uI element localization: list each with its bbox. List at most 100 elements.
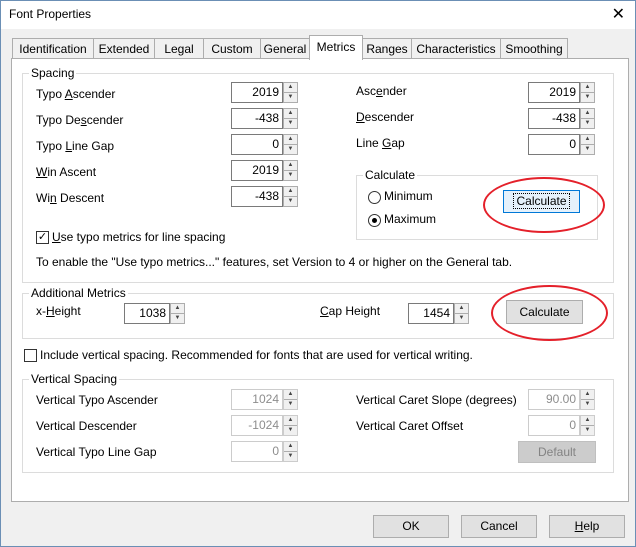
typo-descender-label: Typo Descender: [36, 113, 124, 127]
typo-descender-arrows[interactable]: ▲ ▼: [283, 108, 298, 129]
spin-up-icon[interactable]: ▲: [284, 109, 297, 119]
annotation-oval: [483, 177, 605, 233]
vertical-descender-field: -1024: [231, 415, 283, 436]
help-button[interactable]: Help: [549, 515, 625, 538]
descender-arrows[interactable]: ▲ ▼: [580, 108, 595, 129]
spin-up-icon[interactable]: ▲: [284, 161, 297, 171]
annotation-oval: [491, 285, 608, 341]
tab-general[interactable]: General: [260, 38, 310, 59]
ascender-arrows[interactable]: ▲ ▼: [580, 82, 595, 103]
cap-height-arrows[interactable]: ▲ ▼: [454, 303, 469, 324]
win-descent-label: Win Descent: [36, 191, 105, 205]
cancel-button[interactable]: Cancel: [461, 515, 537, 538]
win-ascent-label: Win Ascent: [36, 165, 97, 179]
ok-button[interactable]: OK: [373, 515, 449, 538]
spin-down-icon[interactable]: ▼: [581, 119, 594, 128]
typo-descender-field[interactable]: -438: [231, 108, 283, 129]
x-height-label: x-Height: [36, 304, 81, 318]
cap-height-field[interactable]: 1454: [408, 303, 454, 324]
tab-identification[interactable]: Identification: [12, 38, 94, 59]
vertical-spacing-legend: Vertical Spacing: [29, 372, 120, 386]
spacing-legend: Spacing: [29, 66, 77, 80]
spin-up-icon[interactable]: ▲: [455, 304, 468, 314]
spin-down-icon[interactable]: ▼: [284, 197, 297, 206]
descender-field[interactable]: -438: [528, 108, 580, 129]
tab-legal[interactable]: Legal: [154, 38, 204, 59]
win-ascent-arrows[interactable]: ▲ ▼: [283, 160, 298, 181]
vertical-caret-offset-label: Vertical Caret Offset: [356, 419, 464, 433]
spin-down-icon[interactable]: ▼: [284, 171, 297, 180]
maximum-radio[interactable]: [368, 214, 381, 227]
line-gap-arrows[interactable]: ▲ ▼: [580, 134, 595, 155]
metrics-panel: Spacing Typo Ascender 2019 ▲ ▼ Typo Desce…: [11, 58, 629, 502]
vertical-typo-line-gap-label: Vertical Typo Line Gap: [36, 445, 157, 459]
spin-down-icon[interactable]: ▼: [284, 145, 297, 154]
vertical-caret-slope-field: 90.00: [528, 389, 580, 410]
vertical-caret-offset-field: 0: [528, 415, 580, 436]
win-descent-arrows[interactable]: ▲ ▼: [283, 186, 298, 207]
vertical-descender-label: Vertical Descender: [36, 419, 137, 433]
spin-up-icon: ▲: [284, 416, 297, 426]
use-typo-metrics-checkbox[interactable]: ✓: [36, 231, 49, 244]
typo-ascender-arrows[interactable]: ▲ ▼: [283, 82, 298, 103]
minimum-radio[interactable]: [368, 191, 381, 204]
spin-down-icon: ▼: [584, 401, 591, 407]
tab-characteristics[interactable]: Characteristics: [411, 38, 501, 59]
additional-metrics-legend: Additional Metrics: [29, 286, 128, 300]
spin-down-icon[interactable]: ▼: [581, 145, 594, 154]
spin-up-icon[interactable]: ▲: [284, 135, 297, 145]
vertical-typo-ascender-label: Vertical Typo Ascender: [36, 393, 158, 407]
typo-line-gap-field[interactable]: 0: [231, 134, 283, 155]
cap-height-label: Cap Height: [320, 304, 381, 318]
close-icon[interactable]: ✕: [612, 4, 625, 24]
vertical-typo-line-gap-field: 0: [231, 441, 283, 462]
typo-line-gap-label: Typo Line Gap: [36, 139, 115, 153]
spin-down-icon[interactable]: ▼: [581, 93, 594, 102]
spin-down-icon[interactable]: ▼: [455, 314, 468, 323]
spin-down-icon[interactable]: ▼: [284, 93, 297, 102]
spin-up-icon[interactable]: ▲: [581, 83, 594, 93]
include-vertical-checkbox[interactable]: [24, 349, 37, 362]
line-gap-field[interactable]: 0: [528, 134, 580, 155]
spin-down-icon: ▼: [584, 427, 591, 433]
spin-up-icon[interactable]: ▲: [171, 304, 184, 314]
spin-up-icon[interactable]: ▲: [581, 135, 594, 145]
ascender-field[interactable]: 2019: [528, 82, 580, 103]
spin-down-icon[interactable]: ▼: [284, 119, 297, 128]
tab-metrics[interactable]: Metrics: [309, 35, 363, 60]
win-ascent-field[interactable]: 2019: [231, 160, 283, 181]
win-descent-field[interactable]: -438: [231, 186, 283, 207]
spin-up-icon: ▲: [581, 390, 594, 400]
spin-up-icon[interactable]: ▲: [284, 83, 297, 93]
line-gap-label: Line Gap: [356, 136, 405, 150]
descender-label: Descender: [356, 110, 415, 124]
typo-ascender-label: Typo Ascender: [36, 87, 116, 101]
x-height-field[interactable]: 1038: [124, 303, 170, 324]
maximum-label: Maximum: [384, 212, 437, 226]
use-typo-metrics-label: Use typo metrics for line spacing: [52, 230, 226, 244]
spin-up-icon: ▲: [284, 390, 297, 400]
typo-ascender-field[interactable]: 2019: [231, 82, 283, 103]
spin-down-icon: ▼: [287, 401, 294, 407]
vertical-caret-slope-label: Vertical Caret Slope (degrees): [356, 393, 517, 407]
tab-smoothing[interactable]: Smoothing: [500, 38, 568, 59]
spin-up-icon[interactable]: ▲: [284, 187, 297, 197]
tab-ranges[interactable]: Ranges: [362, 38, 412, 59]
vertical-typo-ascender-field: 1024: [231, 389, 283, 410]
include-vertical-label: Include vertical spacing. Recommended fo…: [40, 348, 473, 362]
minimum-label: Minimum: [384, 189, 433, 203]
spin-down-icon[interactable]: ▼: [171, 314, 184, 323]
x-height-arrows[interactable]: ▲ ▼: [170, 303, 185, 324]
typo-line-gap-arrows[interactable]: ▲ ▼: [283, 134, 298, 155]
spin-up-icon: ▲: [581, 416, 594, 426]
ascender-label: Ascender: [356, 84, 407, 98]
spin-up-icon[interactable]: ▲: [581, 109, 594, 119]
calculate-legend: Calculate: [363, 168, 418, 182]
spin-down-icon: ▼: [287, 453, 294, 459]
tab-custom[interactable]: Custom: [203, 38, 261, 59]
window-title: Font Properties: [9, 7, 92, 21]
font-properties-dialog: Font Properties ✕ Identification Extende…: [0, 0, 636, 547]
spin-down-icon: ▼: [287, 427, 294, 433]
spin-up-icon: ▲: [284, 442, 297, 452]
tab-extended[interactable]: Extended: [93, 38, 155, 59]
